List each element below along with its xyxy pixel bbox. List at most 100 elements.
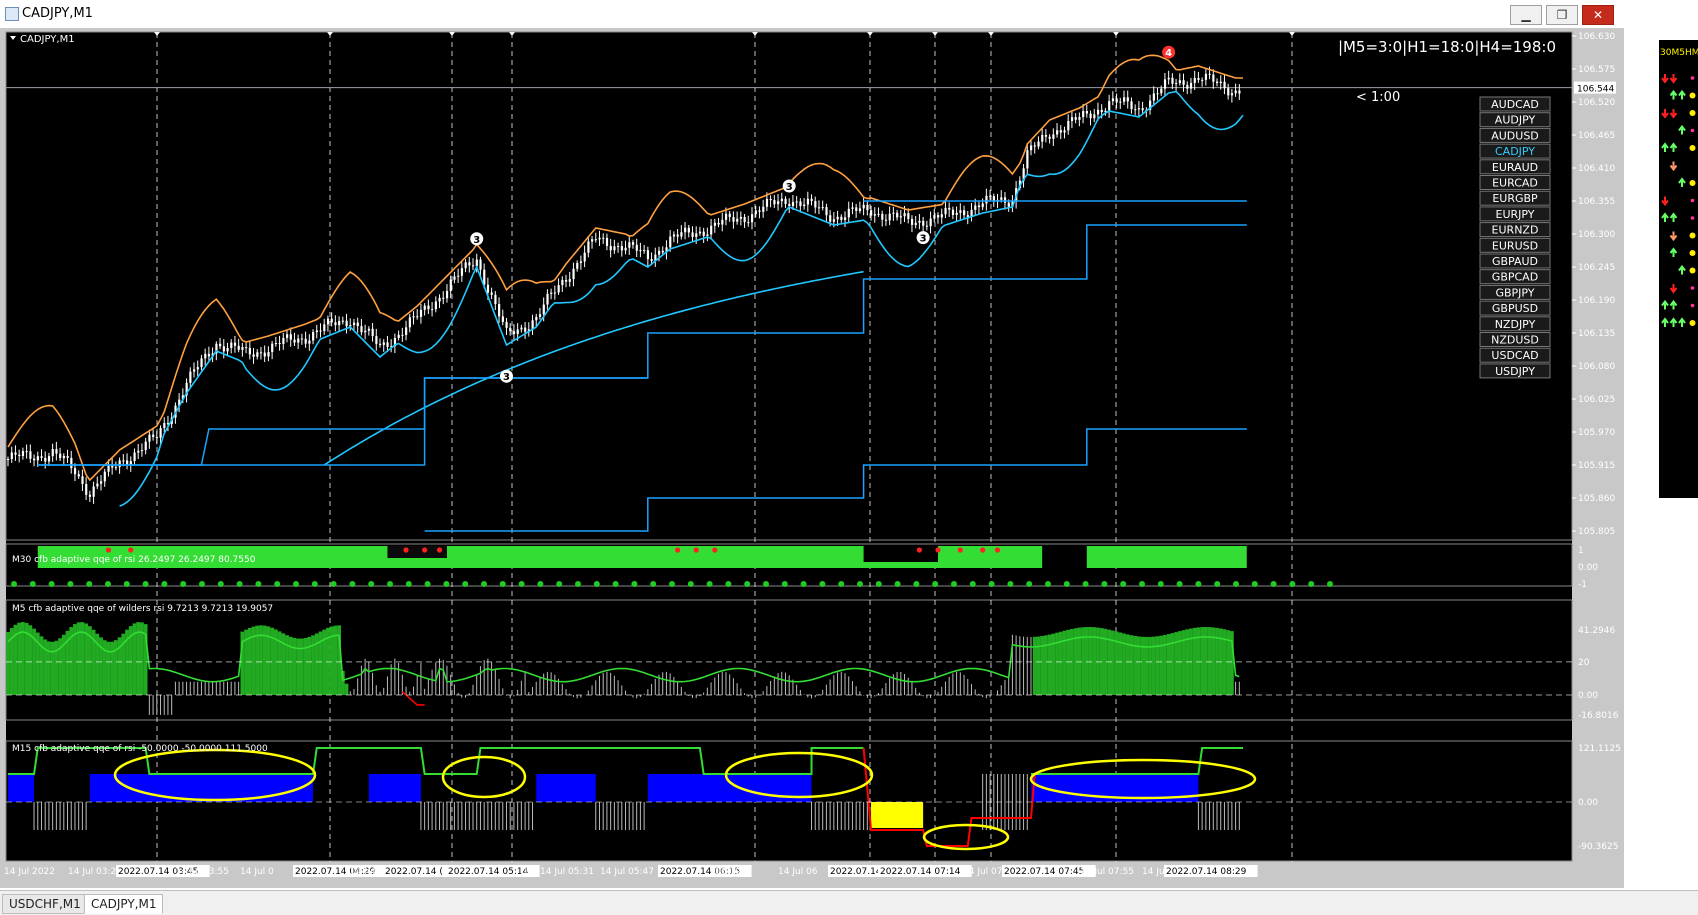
candle-body [1048, 136, 1051, 139]
candle-body [1119, 101, 1122, 103]
candle-body [646, 250, 650, 260]
symbol-button-eurnzd[interactable]: EURNZD [1492, 224, 1539, 237]
candle-body [25, 451, 28, 453]
candle-body [360, 326, 363, 333]
panel-2-bar [1144, 636, 1149, 695]
candle-body [1007, 202, 1010, 207]
symbol-button-euraud[interactable]: EURAUD [1492, 161, 1538, 174]
candle-body [572, 268, 575, 280]
symbol-button-eurgbp[interactable]: EURGBP [1492, 192, 1538, 205]
panel-1-green-dot [838, 581, 845, 587]
candle-body [899, 216, 902, 218]
symbol-button-gbpcad[interactable]: GBPCAD [1492, 271, 1538, 284]
up-arrow-icon [1661, 299, 1669, 310]
candle-body [196, 367, 199, 370]
candle-body [713, 222, 716, 226]
symbol-button-gbpusd[interactable]: GBPUSD [1492, 302, 1538, 315]
candle-body [1204, 73, 1208, 80]
panel-1-red-dot [957, 547, 963, 553]
candle-body [963, 210, 966, 216]
close-button[interactable]: ✕ [1582, 5, 1614, 25]
symbol-button-usdjpy[interactable]: USDJPY [1495, 365, 1535, 378]
candle-body [1115, 98, 1118, 103]
panel-2-bar [1140, 636, 1145, 695]
candle-body [524, 327, 527, 332]
panel-1-green-dot [857, 581, 863, 587]
symbol-button-audusd[interactable]: AUDUSD [1491, 129, 1539, 142]
tab-usdchf[interactable]: USDCHF,M1 [2, 894, 88, 914]
panel-1-gap [863, 546, 938, 562]
candle-body [33, 458, 36, 461]
swing-marker-label: 3 [473, 235, 480, 246]
restore-button[interactable]: ❐ [1546, 5, 1578, 25]
candle-body [747, 222, 750, 224]
candle-body [189, 371, 192, 383]
symbol-button-eurcad[interactable]: EURCAD [1492, 177, 1538, 190]
candle-body [1137, 108, 1141, 110]
symbol-button-cadjpy[interactable]: CADJPY [1495, 145, 1535, 158]
candle-body [702, 231, 705, 236]
panel-1-green-dot [781, 581, 788, 587]
panel-1-green-dot [293, 581, 299, 587]
panel-1-green-dot [67, 581, 74, 587]
panel-2-bar [50, 641, 55, 695]
candle-body [1126, 97, 1129, 102]
panel-1-green-dot [1063, 581, 1070, 587]
candle-body [561, 279, 564, 286]
candle-body [18, 454, 21, 457]
candle-body [765, 198, 769, 207]
candle-body [914, 222, 917, 225]
signal-dot-icon [1690, 303, 1695, 308]
symbol-button-gbpjpy[interactable]: GBPJPY [1495, 286, 1534, 299]
candle-body [200, 358, 203, 368]
candle-body [412, 316, 415, 318]
panel-1-green-dot [800, 581, 807, 587]
panel-1-green-dot [86, 581, 93, 587]
symbol-button-gbpaud[interactable]: GBPAUD [1492, 255, 1538, 268]
panel-1-green-dot [1214, 581, 1221, 587]
candle-body [631, 242, 635, 245]
time-axis-label: :15 [520, 867, 534, 877]
candle-body [233, 342, 237, 346]
symbol-button-usdcad[interactable]: USDCAD [1491, 349, 1538, 362]
candle-body [152, 434, 155, 437]
candle-body [933, 215, 936, 219]
panel-1-green-dot [462, 581, 469, 587]
symbol-button-eurjpy[interactable]: EURJPY [1496, 208, 1535, 221]
panel-1-green-dot [105, 581, 111, 587]
candle-body [460, 268, 464, 276]
minimize-button[interactable]: ▁ [1510, 5, 1542, 25]
symbol-button-nzdjpy[interactable]: NZDJPY [1495, 318, 1536, 331]
time-axis-label: 14 Jul 0 [240, 867, 274, 877]
candle-body [758, 210, 761, 212]
chart-area[interactable]: 3 3 3 3 4 1 0.00 -1 41.2946 20 0.00 -16.8016 121.… [0, 28, 1624, 888]
panel-2-bar [296, 638, 301, 695]
candle-body [434, 301, 437, 310]
candle-body [375, 336, 378, 344]
candle-body [1063, 130, 1066, 133]
price-tick-label: 105.860 [1578, 494, 1615, 504]
symbol-button-nzdusd[interactable]: NZDUSD [1491, 334, 1539, 347]
candle-body [267, 352, 270, 357]
candle-body [408, 317, 411, 328]
up-arrow-icon [1661, 317, 1669, 327]
candle-body [416, 316, 419, 318]
candle-body [538, 314, 542, 317]
candle-body [245, 347, 248, 349]
symbol-button-audcad[interactable]: AUDCAD [1491, 98, 1539, 111]
candle-body [896, 212, 899, 218]
candle-body [1041, 134, 1044, 142]
panel-1-green-dot [612, 581, 619, 587]
candle-body [1108, 101, 1111, 111]
candle-body [1026, 150, 1029, 169]
time-axis-label: 2022.07.14 ( [385, 867, 443, 877]
candle-body [981, 203, 984, 208]
candle-body [438, 297, 441, 302]
symbol-button-eurusd[interactable]: EURUSD [1492, 239, 1538, 252]
candle-body [427, 305, 430, 310]
candle-body [282, 337, 285, 344]
symbol-button-audjpy[interactable]: AUDJPY [1495, 114, 1536, 127]
tab-cadjpy[interactable]: CADJPY,M1 [84, 894, 164, 914]
panel-1-red-dot [935, 547, 941, 553]
signal-dot-icon [1689, 267, 1696, 274]
